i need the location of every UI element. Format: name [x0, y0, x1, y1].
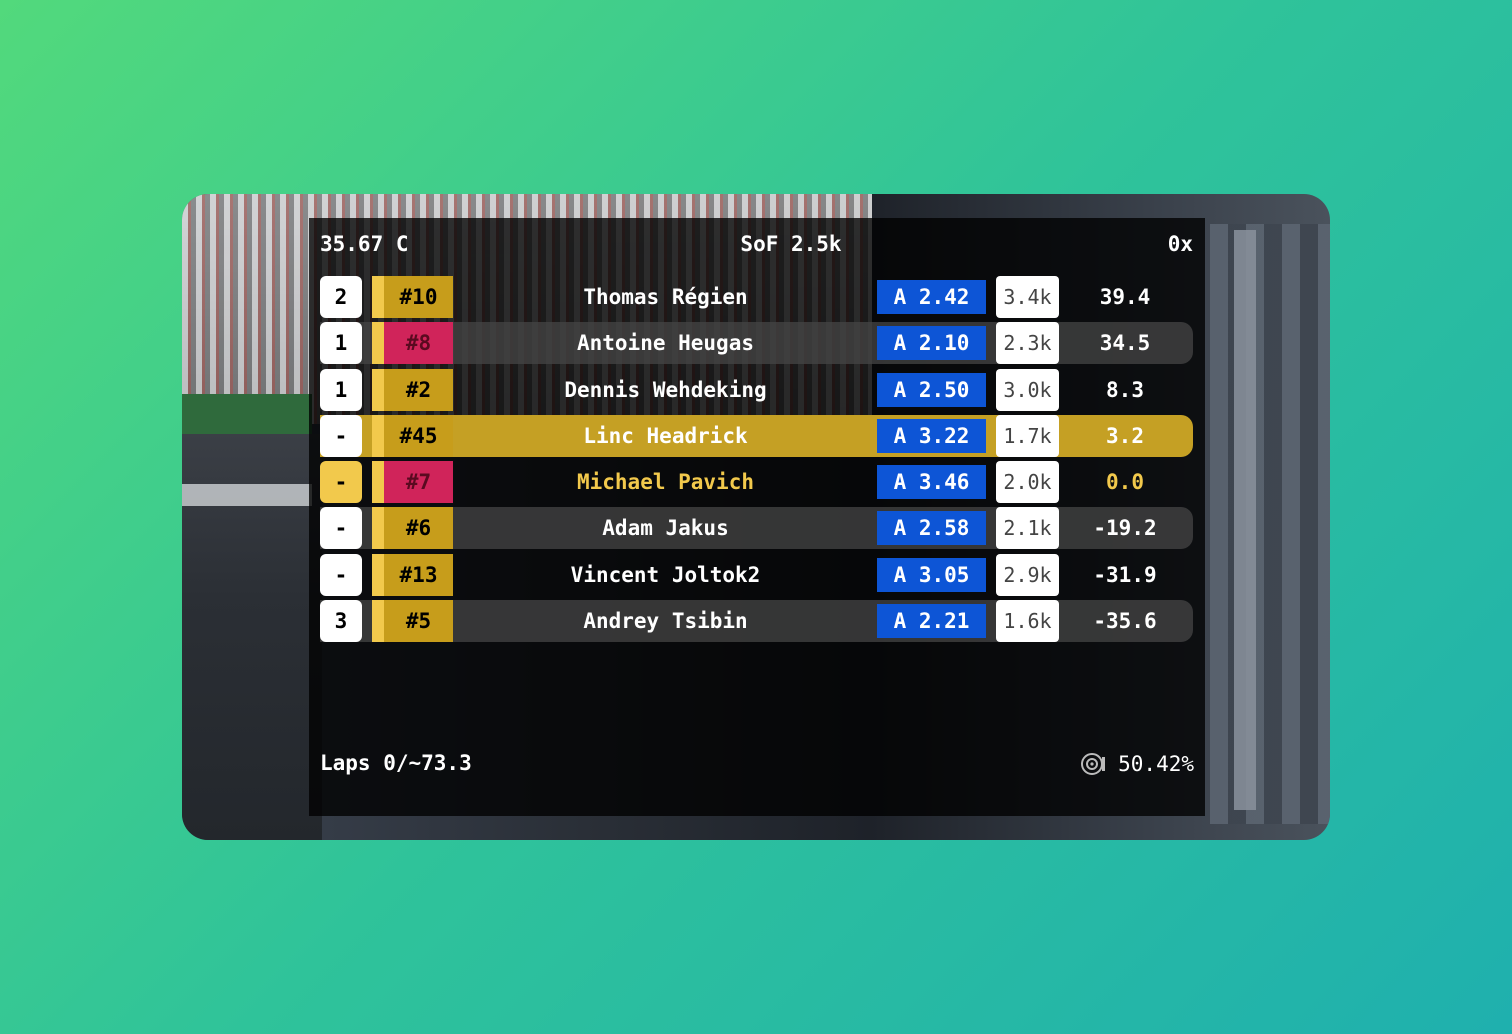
class-stripe	[372, 276, 384, 318]
class-stripe	[372, 461, 384, 504]
car-number-badge: #8	[372, 322, 453, 365]
car-number: #8	[384, 322, 453, 365]
irating-badge: 1.7k	[996, 414, 1059, 457]
table-row: 3 #5 Andrey Tsibin A 2.21 1.6k -35.6	[320, 600, 1193, 643]
position-badge: 2	[320, 276, 362, 318]
relative-table: 2 #10 Thomas Régien A 2.42 3.4k 39.4 1 #8 Antoi…	[320, 276, 1193, 646]
license-badge: A 2.21	[877, 604, 986, 639]
fuel-readout: 50.42%	[1080, 751, 1194, 777]
license-badge: A 2.50	[877, 372, 986, 407]
car-number-badge: #13	[372, 553, 453, 596]
position-badge: -	[320, 507, 362, 550]
driver-name: Dennis Wehdeking	[564, 377, 767, 402]
position-badge: -	[320, 414, 362, 457]
incident-count: 0x	[1167, 232, 1193, 256]
class-stripe	[372, 368, 384, 411]
gap-value: -19.2	[1093, 516, 1157, 541]
car-number: #2	[384, 368, 453, 411]
table-row: 1 #8 Antoine Heugas A 2.10 2.3k 34.5	[320, 322, 1193, 365]
gap-value: 39.4	[1099, 285, 1151, 309]
driver-name: Vincent Joltok2	[570, 562, 761, 587]
position-badge: -	[320, 461, 362, 504]
car-number-badge: #10	[372, 276, 453, 318]
irating-badge: 2.9k	[996, 553, 1059, 596]
pit-wall-background	[1210, 224, 1330, 824]
irating-badge: 2.0k	[996, 461, 1059, 504]
table-row: 1 #2 Dennis Wehdeking A 2.50 3.0k 8.3	[320, 368, 1193, 411]
position-badge: 3	[320, 600, 362, 643]
car-number: #13	[384, 553, 453, 596]
relative-overlay: 35.67 C SoF 2.5k 0x 2 #10 Thomas Régien A 2…	[309, 218, 1205, 816]
curb-background	[182, 484, 312, 506]
driver-name: Adam Jakus	[602, 516, 729, 541]
driver-name: Andrey Tsibin	[583, 609, 748, 634]
car-number: #6	[384, 507, 453, 550]
car-number: #10	[384, 276, 453, 318]
game-screen: 35.67 C SoF 2.5k 0x 2 #10 Thomas Régien A 2…	[182, 194, 1330, 840]
table-row: 2 #10 Thomas Régien A 2.42 3.4k 39.4	[320, 276, 1193, 318]
class-stripe	[372, 414, 384, 457]
irating-badge: 1.6k	[996, 600, 1059, 643]
table-row: - #45 Linc Headrick A 3.22 1.7k 3.2	[320, 414, 1193, 457]
gap-value: -31.9	[1093, 562, 1157, 587]
irating-badge: 3.4k	[996, 276, 1059, 318]
license-badge: A 2.42	[877, 280, 986, 314]
class-stripe	[372, 507, 384, 550]
car-number-badge: #5	[372, 600, 453, 643]
license-badge: A 2.58	[877, 511, 986, 546]
fuel-percent: 50.42%	[1118, 752, 1194, 776]
position-badge: 1	[320, 322, 362, 365]
car-number-badge: #7	[372, 461, 453, 504]
car-number: #7	[384, 461, 453, 504]
class-stripe	[372, 322, 384, 365]
irating-badge: 3.0k	[996, 368, 1059, 411]
class-stripe	[372, 600, 384, 643]
car-number-badge: #45	[372, 414, 453, 457]
gap-value: 3.2	[1106, 423, 1144, 448]
license-badge: A 2.10	[877, 326, 986, 361]
table-row: - #7 Michael Pavich A 3.46 2.0k 0.0	[320, 461, 1193, 504]
license-badge: A 3.05	[877, 557, 986, 592]
driver-name: Thomas Régien	[583, 285, 748, 309]
driver-name: Antoine Heugas	[576, 331, 754, 356]
gap-value: 34.5	[1099, 331, 1151, 356]
car-number: #45	[384, 414, 453, 457]
irating-badge: 2.3k	[996, 322, 1059, 365]
grass-background	[182, 394, 312, 434]
class-stripe	[372, 553, 384, 596]
gap-value: 0.0	[1106, 470, 1144, 495]
gap-value: 8.3	[1106, 377, 1144, 402]
gap-value: -35.6	[1093, 609, 1157, 634]
table-row: - #13 Vincent Joltok2 A 3.05 2.9k -31.9	[320, 553, 1193, 596]
irating-badge: 2.1k	[996, 507, 1059, 550]
driver-name: Michael Pavich	[576, 470, 754, 495]
fuel-gauge-icon	[1080, 751, 1106, 777]
lap-counter: Laps 0/~73.3	[320, 751, 472, 775]
license-badge: A 3.22	[877, 418, 986, 453]
strength-of-field: SoF 2.5k	[740, 232, 842, 256]
driver-name: Linc Headrick	[583, 423, 748, 448]
pillar-background	[1234, 230, 1256, 810]
table-row: - #6 Adam Jakus A 2.58 2.1k -19.2	[320, 507, 1193, 550]
car-number-badge: #6	[372, 507, 453, 550]
car-number: #5	[384, 600, 453, 643]
car-number-badge: #2	[372, 368, 453, 411]
position-badge: -	[320, 553, 362, 596]
position-badge: 1	[320, 368, 362, 411]
license-badge: A 3.46	[877, 465, 986, 500]
